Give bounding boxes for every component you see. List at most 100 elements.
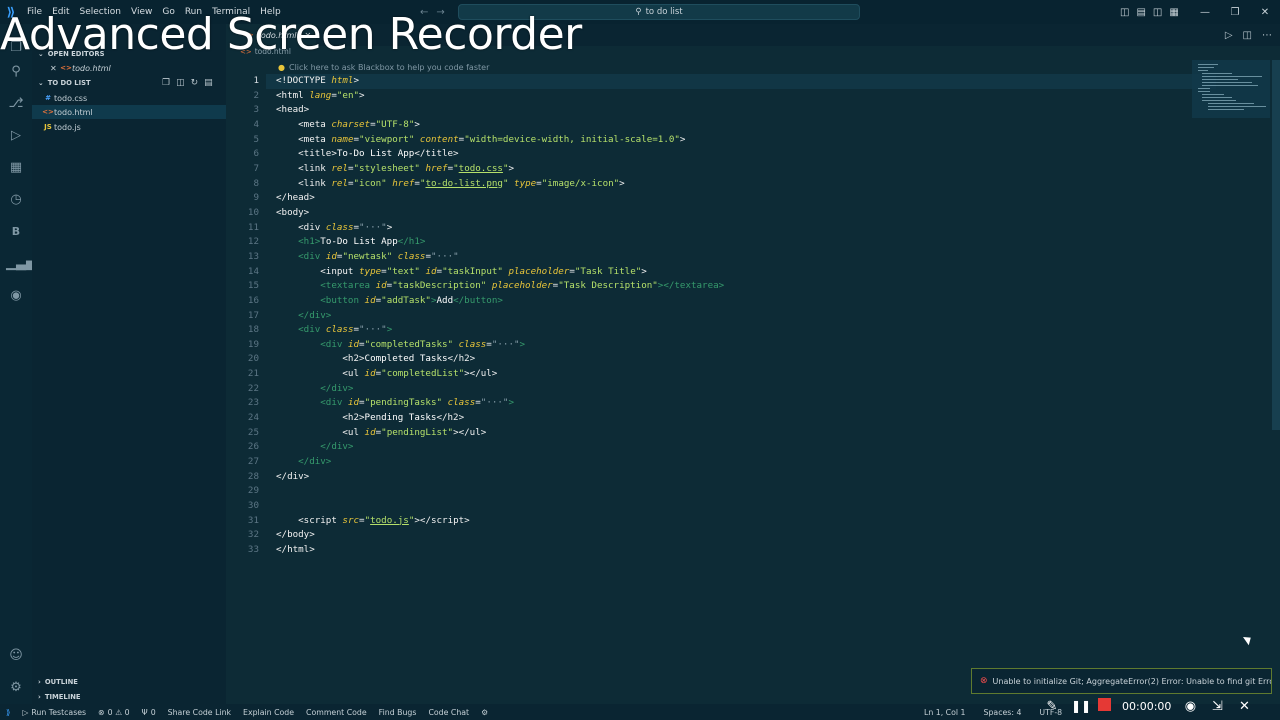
code-line: 27 </div> — [247, 456, 332, 468]
code-line: 14 <input type="text" id="taskInput" pla… — [247, 265, 647, 277]
stop-record-icon[interactable] — [1098, 698, 1111, 714]
code-line: 15 <textarea id="taskDescription" placeh… — [247, 280, 725, 292]
accounts-icon[interactable]: ☺ — [6, 646, 26, 666]
activity-bar: ❐ ⚲ ⎇ ▷ ▦ ◷ B ▁▃▅ ◉ ☺ ⚙ — [0, 24, 36, 704]
copilot-icon[interactable]: ◉ — [6, 286, 26, 306]
new-file-icon[interactable]: ❐ — [162, 78, 170, 88]
timeline-label: TIMELINE — [44, 693, 81, 701]
remote-indicator-icon[interactable]: ⟫ — [0, 708, 16, 717]
timeline-section[interactable]: › TIMELINE — [32, 690, 226, 704]
file-item-todo-js[interactable]: JS todo.js — [32, 120, 226, 134]
chart-icon[interactable]: ▁▃▅ — [6, 254, 36, 274]
folder-label: TO DO LIST — [47, 79, 91, 87]
code-editor[interactable]: ● Click here to ask Blackbox to help you… — [226, 60, 1280, 704]
window-controls: — ❐ ✕ — [1190, 0, 1280, 24]
file-name: todo.js — [54, 122, 81, 132]
run-debug-icon[interactable]: ▷ — [6, 126, 26, 146]
git-error-notification[interactable]: ⊗ Unable to initialize Git; AggregateErr… — [971, 668, 1272, 694]
toggle-panel-icon[interactable]: ▤ — [1136, 7, 1145, 18]
blackbox-hint-text: Click here to ask Blackbox to help you c… — [288, 63, 490, 72]
search-icon[interactable]: ⚲ — [6, 62, 26, 82]
toggle-secondary-sidebar-icon[interactable]: ◫ — [1153, 7, 1162, 18]
ports-indicator[interactable]: Ψ 0 — [136, 708, 162, 717]
more-actions-icon[interactable]: ⋯ — [1262, 30, 1272, 41]
problems-count: 0 ⚠ 0 — [107, 707, 130, 717]
lightbulb-icon: ● — [278, 63, 285, 72]
code-line: 13 <div id="newtask" class="···" — [247, 250, 459, 262]
outline-section[interactable]: › OUTLINE — [32, 675, 226, 689]
code-chat-settings-icon[interactable]: ⚙ — [475, 708, 494, 717]
new-folder-icon[interactable]: ◫ — [176, 78, 185, 88]
problems-indicator[interactable]: ⊗ 0 ⚠ 0 — [92, 708, 135, 717]
code-line: 31 <script src="todo.js"></script> — [247, 514, 470, 526]
camera-icon[interactable]: ◉ — [1182, 699, 1198, 714]
timeline-history-icon[interactable]: ◷ — [6, 190, 26, 210]
code-line: 20 <h2>Completed Tasks</h2> — [247, 353, 476, 365]
minimap[interactable] — [1192, 60, 1270, 118]
code-line: 1 <!DOCTYPE html> — [253, 75, 360, 86]
file-item-todo-html[interactable]: <> todo.html — [32, 105, 226, 119]
restore-icon[interactable]: ❐ — [1220, 7, 1250, 18]
code-line: 12 <h1>To-Do List App</h1> — [247, 236, 426, 248]
layout-controls: ◫ ▤ ◫ ▦ — [1120, 0, 1179, 24]
chevron-down-icon: ⌄ — [38, 79, 44, 87]
notification-message: Unable to initialize Git; AggregateError… — [992, 676, 1272, 686]
open-editor-item[interactable]: ✕ <> todo.html — [32, 61, 226, 75]
code-line: 24 <h2>Pending Tasks</h2> — [247, 412, 465, 424]
blackbox-hint[interactable]: ● Click here to ask Blackbox to help you… — [278, 63, 489, 72]
vertical-scrollbar[interactable] — [1272, 60, 1280, 430]
code-line: 17 </div> — [247, 309, 332, 321]
recording-timer: 00:00:00 — [1122, 699, 1172, 713]
code-line: 32 </body> — [247, 529, 315, 541]
minimize-recorder-icon[interactable]: ⇲ — [1209, 699, 1225, 714]
code-line: 16 <button id="addTask">Add</button> — [247, 294, 503, 306]
source-control-icon[interactable]: ⎇ — [6, 94, 26, 114]
code-line: 6 <title>To-Do List App</title> — [253, 148, 459, 160]
minimize-icon[interactable]: — — [1190, 7, 1220, 18]
customize-layout-icon[interactable]: ▦ — [1169, 7, 1178, 18]
draw-pen-icon[interactable]: ✎ — [1044, 699, 1060, 714]
explorer-actions: ❐ ◫ ↻ ▤ — [162, 78, 213, 88]
command-center-text: to do list — [645, 7, 683, 17]
screen-recorder-toolbar: ✎ ❚❚ 00:00:00 ◉ ⇲ ✕ — [1038, 694, 1280, 718]
gear-icon[interactable]: ⚙ — [6, 678, 26, 698]
run-testcases-button[interactable]: ▷ Run Testcases — [16, 708, 92, 717]
code-lines: 1 <!DOCTYPE html> 2 <html lang="en"> 3 <hea… — [226, 74, 1226, 558]
code-line: 2 <html lang="en"> — [253, 89, 365, 101]
code-chat-button[interactable]: Code Chat — [422, 708, 475, 717]
extensions-icon[interactable]: ▦ — [6, 158, 26, 178]
css-file-icon: # — [45, 94, 51, 102]
error-icon: ⊗ — [98, 707, 105, 717]
close-icon[interactable]: ✕ — [1250, 7, 1280, 18]
explain-code-button[interactable]: Explain Code — [237, 708, 300, 717]
collapse-all-icon[interactable]: ▤ — [204, 78, 213, 88]
code-line: 18 <div class="···"> — [247, 324, 393, 336]
file-item-todo-css[interactable]: # todo.css — [32, 91, 226, 105]
code-line: 9 </head> — [253, 192, 315, 204]
code-line: 3 <head> — [253, 104, 310, 116]
code-line: 29 — [247, 485, 259, 497]
pause-icon[interactable]: ❚❚ — [1071, 699, 1091, 713]
code-line: 25 <ul id="pendingList"></ul> — [247, 426, 487, 438]
outline-label: OUTLINE — [44, 678, 78, 686]
toggle-primary-sidebar-icon[interactable]: ◫ — [1120, 7, 1129, 18]
close-icon[interactable]: ✕ — [50, 64, 60, 73]
open-editor-filename: todo.html — [72, 63, 111, 73]
error-icon: ⊗ — [980, 676, 988, 686]
indentation[interactable]: Spaces: 4 — [978, 708, 1028, 717]
js-file-icon: JS — [44, 123, 52, 131]
refresh-icon[interactable]: ↻ — [191, 78, 199, 88]
search-icon: ⚲ — [635, 7, 642, 17]
share-code-link-button[interactable]: Share Code Link — [162, 708, 237, 717]
cursor-position[interactable]: Ln 1, Col 1 — [918, 708, 972, 717]
screen-recorder-watermark: Advanced Screen Recorder — [0, 9, 582, 60]
blackbox-icon[interactable]: B — [6, 222, 26, 242]
code-line: 19 <div id="completedTasks" class="···"> — [247, 338, 526, 350]
run-icon[interactable]: ▷ — [1225, 30, 1233, 41]
find-bugs-button[interactable]: Find Bugs — [373, 708, 423, 717]
code-line: 21 <ul id="completedList"></ul> — [247, 368, 498, 380]
split-editor-icon[interactable]: ◫ — [1243, 30, 1252, 41]
comment-code-button[interactable]: Comment Code — [300, 708, 373, 717]
chevron-right-icon: › — [38, 693, 41, 701]
close-recorder-icon[interactable]: ✕ — [1236, 699, 1252, 714]
